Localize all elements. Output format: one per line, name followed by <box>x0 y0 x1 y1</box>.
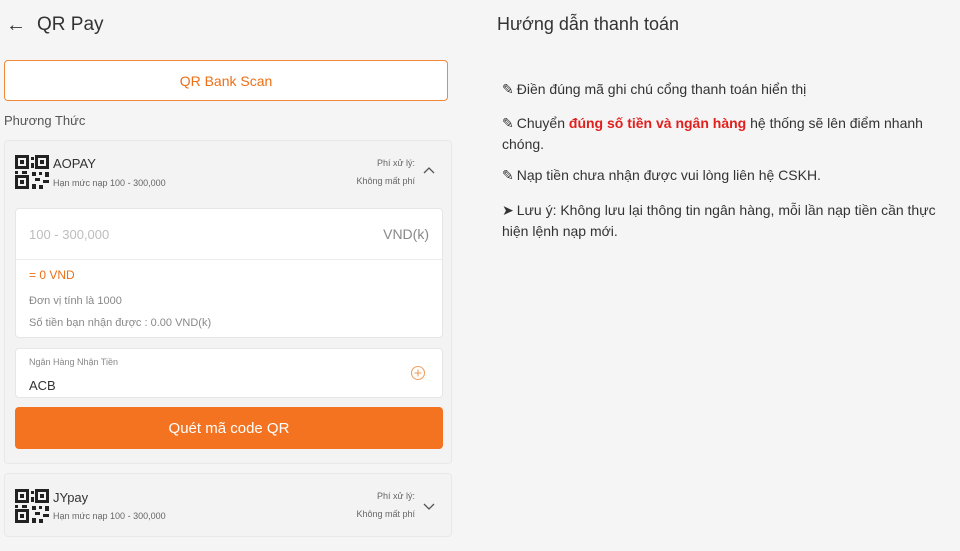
guide-item: ✎ Chuyển đúng số tiền và ngân hàng hệ thố… <box>502 113 947 155</box>
guide-item: ➤ Lưu ý: Không lưu lại thông tin ngân hàn… <box>502 200 947 242</box>
amount-unit: VND(k) <box>383 226 429 242</box>
guide-text-highlight: đúng số tiền và ngân hàng <box>568 115 747 131</box>
guide-text: Lưu ý: Không lưu lại thông tin ngân hàng… <box>502 202 936 239</box>
qr-code-icon <box>15 489 49 523</box>
bank-value: ACB <box>29 378 56 393</box>
section-label: Phương Thức <box>4 113 86 128</box>
header: ← QR Pay <box>0 0 470 52</box>
bank-select[interactable]: Ngân Hàng Nhận Tiền ACB <box>15 348 443 398</box>
method-header-jypay[interactable]: JYpay Hạn mức nạp 100 - 300,000 Phí xử l… <box>5 474 451 534</box>
pencil-icon: ✎ <box>502 81 514 97</box>
arrow-right-icon: ➤ <box>502 202 514 218</box>
guide-title: Hướng dẫn thanh toán <box>497 14 679 34</box>
fee-label: Phí xử lý: <box>376 158 415 168</box>
unit-note: Đơn vị tính là 1000 <box>29 295 122 307</box>
method-limit: Hạn mức nạp 100 - 300,000 <box>53 511 166 521</box>
converted-amount: = 0 VND <box>29 268 75 282</box>
fee-value: Không mất phí <box>356 509 415 519</box>
guide-item: ✎ Nạp tiền chưa nhận được vui lòng liên h… <box>502 165 947 186</box>
amount-input[interactable] <box>16 209 442 260</box>
guide-text-prefix: Chuyển <box>516 115 569 131</box>
amount-box: VND(k) = 0 VND Đơn vị tính là 1000 Số ti… <box>15 208 443 338</box>
page-title: QR Pay <box>37 14 104 35</box>
bank-label: Ngân Hàng Nhận Tiền <box>29 357 119 367</box>
method-name: JYpay <box>53 490 89 505</box>
method-name: AOPAY <box>53 156 96 171</box>
fee-label: Phí xử lý: <box>376 491 415 501</box>
scan-qr-button[interactable]: Quét mã code QR <box>15 407 443 449</box>
pencil-icon: ✎ <box>502 167 514 183</box>
pencil-icon: ✎ <box>502 115 514 131</box>
fee-value: Không mất phí <box>356 176 415 186</box>
tab-qr-bank-scan[interactable]: QR Bank Scan <box>4 60 448 101</box>
chevron-up-icon[interactable] <box>423 165 435 177</box>
receive-note: Số tiền bạn nhận được : 0.00 VND(k) <box>29 317 212 329</box>
chevron-down-icon[interactable] <box>423 500 435 512</box>
guide-item: ✎ Điền đúng mã ghi chú cổng thanh toán hi… <box>502 79 947 100</box>
arrow-left-icon[interactable]: ← <box>6 14 26 36</box>
method-card-aopay: AOPAY Hạn mức nạp 100 - 300,000 Phí xử l… <box>4 140 452 464</box>
add-circle-icon[interactable] <box>410 365 426 381</box>
qr-code-icon <box>15 155 49 189</box>
method-limit: Hạn mức nạp 100 - 300,000 <box>53 178 166 188</box>
guide-text: Nạp tiền chưa nhận được vui lòng liên hệ… <box>516 167 821 183</box>
method-header-aopay[interactable]: AOPAY Hạn mức nạp 100 - 300,000 Phí xử l… <box>5 141 451 201</box>
method-card-jypay: JYpay Hạn mức nạp 100 - 300,000 Phí xử l… <box>4 473 452 537</box>
guide-text: Điền đúng mã ghi chú cổng thanh toán hiể… <box>516 81 807 97</box>
